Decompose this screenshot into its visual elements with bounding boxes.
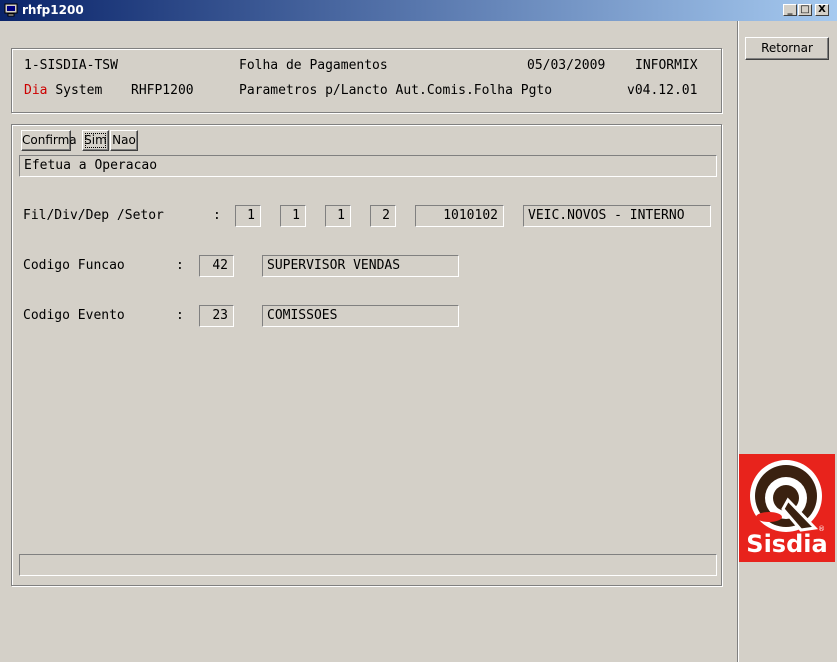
return-button[interactable]: Retornar	[745, 37, 829, 60]
brand-name: Dia System	[24, 83, 102, 98]
evento-description-field: COMISSOES	[262, 305, 459, 327]
evento-code-field[interactable]: 23	[199, 305, 234, 327]
module-name: Folha de Pagamentos	[239, 58, 388, 73]
app-icon	[4, 3, 18, 17]
setor-field[interactable]: 2	[370, 205, 396, 227]
setor-description-field: VEIC.NOVOS - INTERNO	[523, 205, 711, 227]
company-name: 1-SISDIA-TSW	[24, 58, 118, 73]
funcao-colon: :	[176, 258, 184, 273]
dep-field[interactable]: 1	[325, 205, 351, 227]
brand-rest: System	[55, 83, 103, 98]
setor-code-field: 1010102	[415, 205, 504, 227]
fil-div-dep-setor-label: Fil/Div/Dep /Setor	[23, 208, 164, 223]
brand-red: Dia	[24, 83, 48, 98]
database-name: INFORMIX	[635, 58, 698, 73]
fil-colon: :	[213, 208, 221, 223]
no-button[interactable]: Nao	[110, 130, 138, 151]
main-panel	[11, 124, 722, 586]
program-code: RHFP1200	[131, 83, 194, 98]
sisdia-logo: Sisdia ®	[739, 454, 835, 562]
funcao-label: Codigo Funcao	[23, 258, 125, 273]
fil-field[interactable]: 1	[235, 205, 261, 227]
registered-mark: ®	[818, 525, 825, 533]
title-bar	[0, 0, 837, 21]
header-date: 05/03/2009	[527, 58, 606, 73]
message-field: Efetua a Operacao	[19, 155, 717, 177]
div-field[interactable]: 1	[280, 205, 306, 227]
logo-text: Sisdia	[746, 530, 828, 558]
yes-button[interactable]: Sim	[82, 130, 109, 151]
minimize-button[interactable]: _	[783, 4, 797, 16]
program-version: v04.12.01	[627, 83, 698, 98]
evento-colon: :	[176, 308, 184, 323]
funcao-description-field: SUPERVISOR VENDAS	[262, 255, 459, 277]
confirm-button[interactable]: Confirma	[21, 130, 77, 151]
close-button[interactable]: X	[815, 4, 829, 16]
window-title: rhfp1200	[22, 3, 84, 17]
program-description: Parametros p/Lancto Aut.Comis.Folha Pgto	[239, 83, 553, 98]
maximize-button[interactable]: □	[798, 4, 812, 16]
funcao-code-field[interactable]: 42	[199, 255, 234, 277]
sidebar-divider	[737, 21, 739, 662]
status-bar	[19, 554, 717, 576]
evento-label: Codigo Evento	[23, 308, 125, 323]
